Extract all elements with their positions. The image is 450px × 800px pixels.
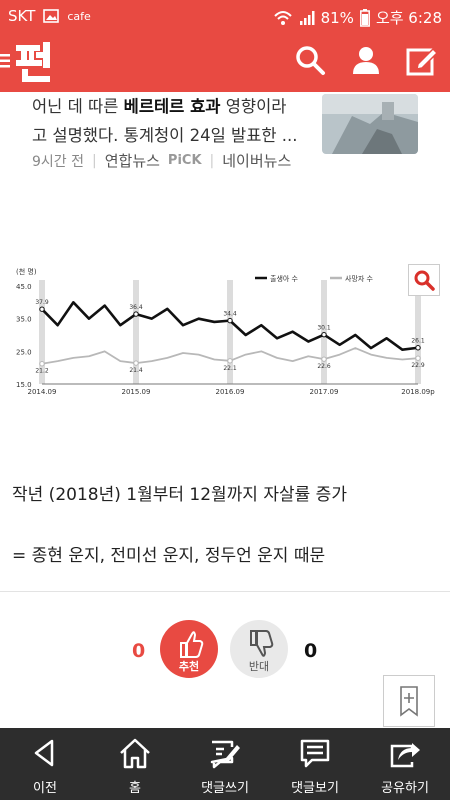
- nav-label: 홈: [129, 781, 141, 796]
- legend-label: 출생아 수: [270, 274, 299, 283]
- snippet-text: 어닌 데 따른: [32, 97, 124, 116]
- nav-label: 댓글쓰기: [201, 781, 249, 796]
- x-tick-label: 2017.09: [310, 388, 339, 396]
- carrier-label: SKT: [8, 7, 36, 25]
- data-label: 37.9: [35, 299, 49, 306]
- data-label: 22.9: [411, 362, 425, 369]
- home-icon: [120, 738, 150, 769]
- news-portal[interactable]: 네이버뉴스: [222, 150, 291, 171]
- chart-zoom-button[interactable]: [408, 264, 440, 296]
- y-tick-label: 35.0: [16, 316, 32, 324]
- image-notification-icon: [43, 9, 60, 23]
- nav-back[interactable]: 이전: [0, 728, 90, 800]
- meta-divider: |: [209, 152, 215, 169]
- snippet-text: 고 설명했다. 통계청이 24일 발표한 ...: [32, 126, 298, 145]
- downvote-button[interactable]: 반대: [230, 620, 288, 678]
- write-comment-icon: [210, 740, 240, 769]
- chart-unit-label: (천 명): [16, 267, 37, 276]
- wifi-icon: [273, 10, 292, 25]
- clock: 오후 6:28: [375, 9, 442, 27]
- nav-label: 이전: [33, 781, 57, 796]
- upvote-button[interactable]: 추천: [160, 620, 218, 678]
- bookmark-button[interactable]: [383, 675, 435, 727]
- data-label: 22.1: [223, 365, 237, 372]
- data-label: 34.4: [223, 311, 237, 318]
- back-icon: [34, 739, 54, 767]
- x-tick-label: 2014.09: [28, 388, 57, 396]
- post-text-line: = 종현 운지, 전미선 운지, 정두언 운지 때문: [12, 546, 326, 566]
- cafe-notification: cafe: [67, 9, 91, 23]
- news-meta: 9시간 전 | 연합뉴스 PiCK | 네이버뉴스: [32, 150, 291, 171]
- bottom-nav: 이전 홈 댓글쓰기 댓글보기 공유하기: [0, 728, 450, 800]
- snippet-text: 영향이라: [220, 97, 287, 116]
- nav-write-comment[interactable]: 댓글쓰기: [180, 728, 270, 800]
- data-point: [321, 331, 327, 338]
- pann-logo-icon[interactable]: [0, 38, 70, 86]
- upvote-label: 추천: [178, 660, 200, 673]
- data-point: [415, 355, 421, 361]
- births-deaths-chart: (천 명) 45.035.025.015.02014.09 2015.09 2016…: [16, 267, 435, 396]
- data-point: [227, 317, 233, 324]
- x-tick-label: 2016.09: [216, 388, 245, 396]
- downvote-count: 0: [304, 640, 318, 662]
- x-tick-label: 2015.09: [122, 388, 151, 396]
- y-tick-label: 45.0: [16, 283, 32, 291]
- data-label: 36.4: [129, 304, 143, 311]
- user-icon[interactable]: [350, 44, 382, 76]
- nav-label: 공유하기: [381, 781, 429, 796]
- data-point: [227, 358, 233, 364]
- news-thumbnail[interactable]: [322, 94, 418, 154]
- compose-icon[interactable]: [406, 44, 438, 76]
- x-tick-label: 2018.09p: [401, 388, 435, 396]
- nav-home[interactable]: 홈: [90, 728, 180, 800]
- nav-share[interactable]: 공유하기: [360, 728, 450, 800]
- magnifier-icon: [414, 270, 435, 291]
- post-text-line: 작년 (2018년) 1월부터 12월까지 자살률 증가: [12, 485, 347, 505]
- data-label: 22.6: [317, 363, 331, 370]
- view-comments-icon: [300, 739, 330, 768]
- y-tick-label: 25.0: [16, 348, 32, 356]
- meta-divider: |: [92, 152, 97, 169]
- upvote-count: 0: [132, 640, 146, 662]
- bookmark-add-icon: [400, 686, 418, 717]
- data-point: [133, 360, 139, 366]
- snippet-highlight: 베르테르 효과: [123, 97, 221, 116]
- share-icon: [390, 743, 420, 768]
- data-point: [321, 356, 327, 362]
- data-label: 21.2: [35, 368, 49, 375]
- battery-percent: 81%: [320, 8, 354, 27]
- data-label: 30.1: [317, 325, 331, 332]
- signal-icon: [299, 10, 315, 25]
- nav-view-comments[interactable]: 댓글보기: [270, 728, 360, 800]
- app-header: [0, 32, 450, 92]
- data-label: 26.1: [411, 338, 425, 345]
- search-icon[interactable]: [294, 44, 326, 76]
- data-point: [39, 361, 45, 367]
- news-time: 9시간 전: [32, 153, 84, 170]
- battery-icon: [359, 8, 370, 27]
- news-source[interactable]: 연합뉴스: [105, 150, 160, 171]
- data-point: [39, 306, 45, 312]
- data-label: 21.4: [129, 367, 143, 374]
- divider: [0, 591, 450, 592]
- news-snippet[interactable]: 어닌 데 따른 베르테르 효과 영향이라 고 설명했다. 통계청이 24일 발표…: [32, 92, 307, 150]
- thumbs-down-icon: [250, 630, 274, 657]
- data-point: [415, 345, 421, 351]
- nav-label: 댓글보기: [291, 781, 339, 796]
- legend-label: 사망자 수: [345, 274, 374, 283]
- downvote-label: 반대: [248, 660, 270, 673]
- pick-badge: PiCK: [167, 153, 202, 168]
- status-bar: SKT cafe 81% 오후 6:28: [0, 0, 450, 32]
- data-point: [133, 311, 139, 317]
